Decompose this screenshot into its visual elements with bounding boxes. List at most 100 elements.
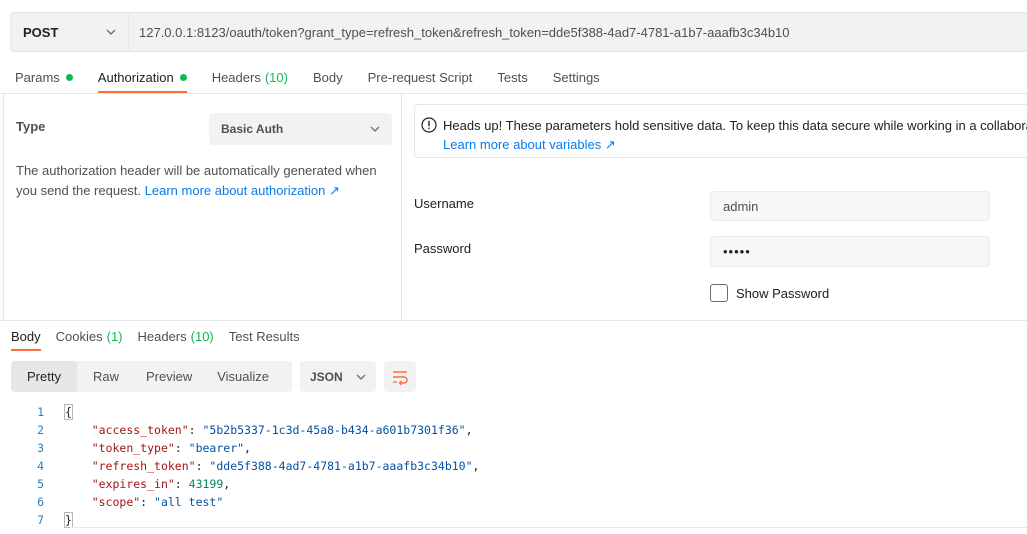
chevron-down-icon: [370, 126, 380, 132]
request-tabs: Params Authorization Headers (10) Body Pr…: [15, 62, 625, 94]
tab-params[interactable]: Params: [15, 62, 73, 92]
tab-count: (10): [264, 69, 288, 85]
tab-response-cookies[interactable]: Cookies (1): [56, 323, 123, 349]
view-raw-button[interactable]: Raw: [77, 361, 130, 392]
view-pretty-button[interactable]: Pretty: [11, 361, 77, 392]
tab-label: Settings: [552, 69, 600, 85]
tab-settings[interactable]: Settings: [553, 62, 600, 92]
password-field[interactable]: •••••: [710, 236, 990, 267]
code-token: ,: [244, 441, 251, 455]
method-select[interactable]: POST: [11, 13, 129, 51]
tab-tests[interactable]: Tests: [497, 62, 527, 92]
auth-type-label: Type: [16, 119, 46, 134]
tab-pre-request-script[interactable]: Pre-request Script: [368, 62, 473, 92]
tab-label: Headers: [211, 69, 261, 85]
line-number: 1: [37, 405, 44, 419]
code-token: "scope": [91, 495, 141, 509]
code-token: "all test": [154, 495, 224, 509]
code-token: ,: [472, 459, 480, 473]
code-token: 43199: [188, 477, 224, 491]
tab-label: Authorization: [97, 69, 174, 85]
tab-count: (10): [190, 328, 214, 344]
tab-label: Params: [15, 69, 60, 85]
format-select[interactable]: JSON: [300, 361, 376, 392]
password-label: Password: [414, 241, 472, 256]
code-token: }: [64, 512, 73, 528]
line-content: {: [64, 403, 73, 421]
username-field[interactable]: admin: [710, 191, 990, 221]
tab-authorization[interactable]: Authorization: [97, 62, 187, 93]
code-token: :: [140, 495, 155, 509]
code-token: "token_type": [91, 441, 175, 455]
code-token: :: [174, 477, 189, 491]
code-token: ,: [223, 477, 231, 491]
line-number: 6: [37, 495, 44, 509]
code-token: "5b2b5337-1c3d-45a8-b434-a601b7301f36": [202, 423, 466, 437]
code-line: 3 "token_type": "bearer",: [0, 439, 1027, 457]
indicator-dot-icon: [65, 73, 73, 81]
code-token: "access_token": [91, 423, 189, 437]
tab-response-headers[interactable]: Headers (10): [138, 323, 214, 349]
indicator-dot-icon: [179, 73, 187, 81]
tab-label: Body: [312, 69, 343, 85]
tab-test-results[interactable]: Test Results: [229, 323, 300, 349]
tab-headers[interactable]: Headers (10): [212, 62, 288, 92]
code-line: 2 "access_token": "5b2b5337-1c3d-45a8-b4…: [0, 421, 1027, 439]
line-content: }: [64, 511, 73, 529]
line-number: 4: [37, 459, 44, 473]
code-line: 4 "refresh_token": "dde5f388-4ad7-4781-a…: [0, 457, 1027, 475]
view-visualize-button[interactable]: Visualize: [203, 361, 280, 392]
tab-body[interactable]: Body: [313, 62, 343, 92]
view-preview-button[interactable]: Preview: [130, 361, 203, 392]
line-content: "access_token": "5b2b5337-1c3d-45a8-b434…: [64, 421, 473, 439]
wrap-lines-icon: [393, 370, 408, 385]
tab-response-body[interactable]: Body: [11, 323, 41, 351]
chevron-down-icon: [356, 374, 366, 380]
tab-label: Body: [11, 328, 41, 344]
tab-label: Test Results: [228, 328, 300, 344]
code-line: 7}: [0, 511, 1027, 529]
line-number: 7: [37, 513, 44, 527]
tab-label: Tests: [497, 69, 528, 85]
section-divider: [0, 320, 1027, 321]
code-token: "bearer": [188, 441, 245, 455]
sensitive-data-notice: Heads up! These parameters hold sensitiv…: [414, 104, 1027, 158]
auth-type-value: Basic Auth: [221, 122, 284, 136]
line-content: "scope": "all test": [64, 493, 224, 511]
code-token: :: [188, 423, 203, 437]
tab-label: Pre-request Script: [367, 69, 473, 85]
tab-label: Headers: [137, 328, 187, 344]
code-line: 5 "expires_in": 43199,: [0, 475, 1027, 493]
response-tabs: Body Cookies (1) Headers (10) Test Results: [11, 323, 315, 351]
line-number: 2: [37, 423, 44, 437]
line-content: "expires_in": 43199,: [64, 475, 231, 493]
chevron-down-icon: [106, 29, 116, 35]
response-body-code[interactable]: 1 {2 "access_token": "5b2b5337-1c3d-45a8-…: [0, 403, 1027, 529]
info-icon: [421, 117, 437, 133]
password-value: •••••: [723, 244, 751, 259]
format-value: JSON: [310, 369, 343, 384]
code-line: 6 "scope": "all test": [0, 493, 1027, 511]
learn-more-variables-link[interactable]: Learn more about variables ↗: [443, 137, 616, 153]
learn-more-authorization-link[interactable]: Learn more about authorization ↗: [145, 183, 340, 198]
show-password-label: Show Password: [736, 286, 830, 301]
code-token: ,: [465, 423, 473, 437]
tab-label: Cookies: [55, 328, 103, 344]
auth-type-select[interactable]: Basic Auth: [209, 113, 392, 145]
method-label: POST: [23, 24, 59, 40]
notice-text: Heads up! These parameters hold sensitiv…: [443, 118, 1027, 133]
wrap-lines-button[interactable]: [384, 361, 416, 392]
username-label: Username: [414, 196, 474, 211]
code-token: "expires_in": [91, 477, 175, 491]
line-number: 5: [37, 477, 44, 491]
code-token: "dde5f388-4ad7-4781-a1b7-aaafb3c34b10": [209, 459, 473, 473]
url-input[interactable]: 127.0.0.1:8123/oauth/token?grant_type=re…: [129, 25, 790, 40]
show-password-checkbox[interactable]: [710, 284, 728, 302]
tab-count: (1): [106, 328, 123, 344]
view-mode-group: Pretty Raw Preview Visualize: [11, 361, 292, 392]
line-content: "token_type": "bearer",: [64, 439, 251, 457]
